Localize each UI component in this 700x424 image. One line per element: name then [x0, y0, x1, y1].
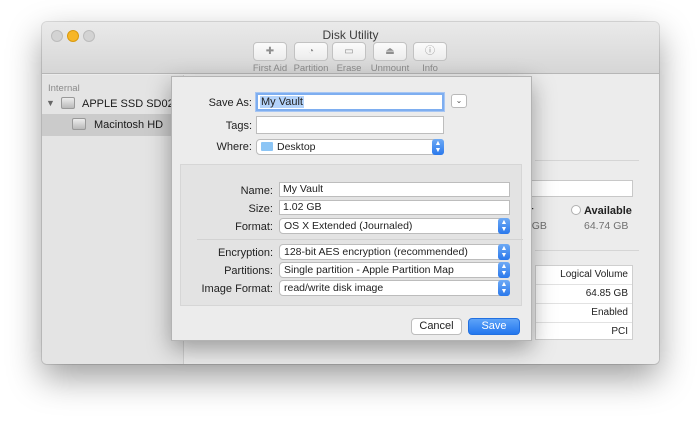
info-icon: ⓘ: [413, 42, 447, 61]
divider: [535, 250, 639, 251]
size-label: Size:: [248, 203, 273, 215]
info-label: Info: [422, 63, 438, 74]
divider: [197, 239, 523, 240]
volume-icon: [72, 118, 86, 130]
popup-stepper-icon: ▲ ▼: [432, 139, 444, 155]
cancel-button[interactable]: Cancel: [411, 318, 462, 335]
image-format-label: Image Format:: [201, 283, 273, 295]
format-popup[interactable]: OS X Extended (Journaled) ▲ ▼: [279, 218, 510, 234]
name-label: Name:: [240, 185, 273, 197]
divider: [535, 160, 639, 161]
stethoscope-icon: ✚: [253, 42, 287, 61]
popup-stepper-icon: ▲ ▼: [498, 218, 510, 234]
name-field[interactable]: My Vault: [279, 182, 510, 197]
info-connection: PCI: [611, 326, 628, 337]
unmount-icon: ⏏: [373, 42, 407, 61]
format-value: OS X Extended (Journaled): [284, 220, 413, 232]
sidebar-header-internal: Internal: [48, 83, 80, 94]
volume-info-field: [523, 180, 633, 197]
available-swatch: [571, 205, 581, 215]
folder-icon: [261, 142, 273, 151]
save-button[interactable]: Save: [468, 318, 520, 335]
erase-icon: ▭: [332, 42, 366, 61]
partitions-value: Single partition - Apple Partition Map: [284, 264, 454, 276]
format-label: Format:: [235, 221, 273, 233]
image-format-value: read/write disk image: [284, 282, 384, 294]
info-table: Logical Volume 64.85 GB Enabled PCI: [535, 265, 633, 340]
sidebar-item-disk[interactable]: ▼ APPLE SSD SD02...: [42, 95, 184, 113]
where-label: Where:: [216, 141, 252, 153]
partitions-popup[interactable]: Single partition - Apple Partition Map ▲…: [279, 262, 510, 278]
partitions-label: Partitions:: [224, 265, 273, 277]
expand-chevron-icon[interactable]: ⌄: [451, 94, 467, 108]
hard-disk-icon: [61, 97, 75, 109]
info-status: Enabled: [536, 304, 632, 323]
encryption-popup[interactable]: 128-bit AES encryption (recommended) ▲ ▼: [279, 244, 510, 260]
save-as-label: Save As:: [208, 97, 252, 109]
available-value: 64.74 GB: [584, 220, 629, 232]
tags-field[interactable]: [256, 116, 444, 134]
sidebar-volume-label: Macintosh HD: [94, 119, 164, 131]
window-title: Disk Utility: [322, 28, 379, 42]
disclosure-triangle-icon[interactable]: ▼: [46, 98, 55, 108]
partition-icon: ◔: [294, 42, 328, 61]
where-value: Desktop: [277, 141, 316, 153]
tags-label: Tags:: [225, 120, 252, 132]
image-format-popup[interactable]: read/write disk image ▲ ▼: [279, 280, 510, 296]
image-options-panel: Name: My Vault Size: 1.02 GB Format: OS …: [180, 164, 523, 306]
save-as-field[interactable]: My Vault: [256, 93, 444, 111]
popup-stepper-icon: ▲ ▼: [498, 280, 510, 296]
sidebar-item-volume[interactable]: Macintosh HD: [42, 114, 184, 136]
encryption-label: Encryption:: [217, 247, 273, 259]
where-popup[interactable]: Desktop ▲ ▼: [256, 139, 444, 155]
sidebar: Internal ▼ APPLE SSD SD02... Macintosh H…: [42, 75, 184, 364]
title-bar: Disk Utility ✚ First Aid ◔ Partition ▭ E…: [42, 22, 659, 74]
encryption-value: 128-bit AES encryption (recommended): [284, 246, 468, 258]
available-legend: Available: [584, 205, 632, 217]
save-as-value: My Vault: [260, 96, 304, 108]
info-capacity: 64.85 GB: [536, 285, 632, 304]
size-field[interactable]: 1.02 GB: [279, 200, 510, 215]
save-sheet: Save As: My Vault ⌄ Tags: Where: Desktop…: [171, 76, 532, 341]
popup-stepper-icon: ▲ ▼: [498, 244, 510, 260]
info-type: Logical Volume: [536, 266, 632, 285]
info-button[interactable]: ⓘ Info: [410, 42, 450, 74]
popup-stepper-icon: ▲ ▼: [498, 262, 510, 278]
sidebar-disk-label: APPLE SSD SD02...: [82, 98, 183, 110]
